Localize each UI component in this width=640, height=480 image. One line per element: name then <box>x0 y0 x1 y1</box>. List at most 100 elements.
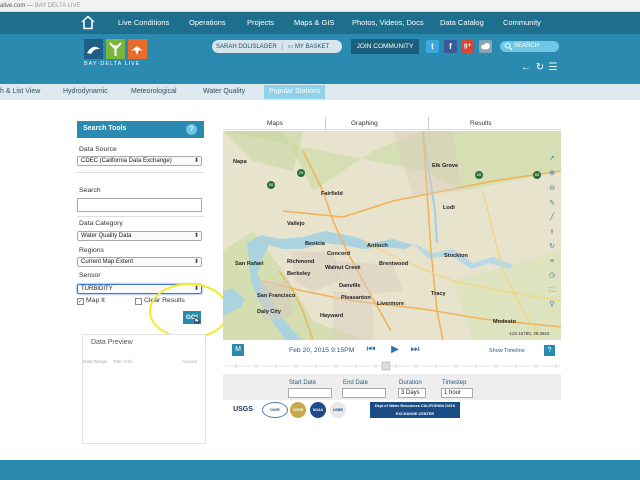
nav-maps-gis[interactable]: Maps & GIS <box>294 18 334 27</box>
tab-maps[interactable]: Maps <box>267 120 283 127</box>
map-label-stockton: Stockton <box>444 253 468 259</box>
layers-icon[interactable]: ≡ <box>547 257 557 267</box>
bay-delta-logo-icon[interactable] <box>84 39 148 59</box>
data-category-select[interactable]: Water Quality Data ⬍ <box>77 231 202 241</box>
facebook-icon[interactable]: f <box>444 40 457 53</box>
timeline-m-button[interactable]: M <box>232 344 244 356</box>
tab-search-list-view[interactable]: h & List View <box>0 88 40 95</box>
nav-operations[interactable]: Operations <box>189 18 226 27</box>
map-label-modesto: Modesto <box>493 319 516 325</box>
site-footer <box>0 460 640 480</box>
tab-graphing[interactable]: Graphing <box>351 120 378 127</box>
map-label-danville: Danville <box>339 283 361 289</box>
map-label-daly-city: Daly City <box>257 309 281 315</box>
refresh-icon[interactable]: ↻ <box>534 62 546 74</box>
map-label-richmond: Richmond <box>287 259 315 265</box>
map-label-benicia: Benicia <box>305 241 325 247</box>
show-timeline-link[interactable]: Show Timeline <box>489 348 525 354</box>
map-label-elk-grove: Elk Grove <box>432 163 459 169</box>
map-label-pleasanton: Pleasanton <box>341 295 371 301</box>
timestep-label: Timestep <box>442 380 467 386</box>
upload-icon[interactable]: ⇪ <box>547 228 557 238</box>
station-marker[interactable]: 65 <box>475 171 483 179</box>
timeline-ticks[interactable] <box>226 361 560 375</box>
back-arrow-icon[interactable]: ← <box>520 62 532 74</box>
nav-data-catalog[interactable]: Data Catalog <box>440 18 484 27</box>
nav-community[interactable]: Community <box>503 18 541 27</box>
data-preview-title: Data Preview <box>91 339 133 346</box>
join-community-button[interactable]: JOIN COMMUNITY <box>351 39 419 54</box>
skip-back-icon[interactable]: ⏮ <box>365 344 377 356</box>
end-date-input[interactable] <box>342 388 386 398</box>
station-marker[interactable]: 29 <box>297 169 305 177</box>
duration-select[interactable]: 3 Days <box>398 388 426 398</box>
twitter-icon[interactable]: t <box>426 40 439 53</box>
tab-separator <box>325 117 326 130</box>
pointer-icon[interactable]: ➚ <box>547 154 557 164</box>
map-view[interactable]: Napa Vallejo Fairfield Elk Grove Antioch… <box>223 131 561 340</box>
preview-column-header: Title / Info <box>113 359 133 364</box>
tab-water-quality[interactable]: Water Quality <box>203 88 245 95</box>
tab-results[interactable]: Results <box>470 120 492 127</box>
nav-projects[interactable]: Projects <box>247 18 274 27</box>
menu-list-icon[interactable]: ☰ <box>547 62 559 74</box>
user-name[interactable]: SARAH DOLISLAGER <box>216 44 277 50</box>
regions-label: Regions <box>79 247 104 254</box>
partner-logos: USGS DWR CDFW NOAA USBR Dept of Water Re… <box>228 402 460 418</box>
search-tools-help-button[interactable]: ? <box>186 124 197 135</box>
map-label-napa: Napa <box>233 159 247 165</box>
cdec-logo: Dept of Water Resources CALIFORNIA DATA … <box>370 402 460 418</box>
start-date-input[interactable] <box>288 388 332 398</box>
refresh-icon[interactable]: ↻ <box>547 242 557 252</box>
site-header: BAY·DELTA LIVE SARAH DOLISLAGER | ▭ MY B… <box>0 34 640 84</box>
tab-popular-stations[interactable]: Popular Stations <box>264 85 326 99</box>
timestep-select[interactable]: 1 hour <box>441 388 473 398</box>
end-date-label: End Date <box>343 380 369 386</box>
url-separator: — <box>27 3 35 9</box>
search-input[interactable] <box>77 198 202 212</box>
regions-select[interactable]: Current Map Extent ⬍ <box>77 257 202 267</box>
zoom-out-icon[interactable]: ⊖ <box>547 184 557 194</box>
search-label: Search <box>79 187 101 194</box>
play-icon[interactable]: ▶ <box>389 344 401 356</box>
zoom-in-icon[interactable]: ⊕ <box>547 169 557 179</box>
user-pill: SARAH DOLISLAGER | ▭ MY BASKET <box>212 40 342 53</box>
draw-line-icon[interactable]: ╱ <box>547 213 557 223</box>
data-source-label: Data Source <box>79 146 117 153</box>
clear-results-checkbox[interactable] <box>135 298 142 305</box>
map-search-icon[interactable]: ⚲ <box>547 300 557 310</box>
home-icon[interactable] <box>80 15 96 30</box>
map-label-walnut-creek: Walnut Creek <box>325 265 361 271</box>
data-source-value: CDEC (California Data Exchange) <box>81 158 172 164</box>
station-marker[interactable]: 50 <box>267 181 275 189</box>
sensor-label: Sensor <box>79 272 101 279</box>
station-marker[interactable]: 65 <box>533 171 541 179</box>
map-label-antioch: Antioch <box>367 243 388 249</box>
tab-meteorological[interactable]: Meteorological <box>131 88 177 95</box>
noaa-logo: NOAA <box>310 402 326 418</box>
regions-value: Current Map Extent <box>81 259 134 265</box>
timestep-value: 1 hour <box>444 390 462 396</box>
clock-icon[interactable]: ◷ <box>547 271 557 281</box>
pencil-icon[interactable]: ✎ <box>547 199 557 209</box>
map-label-lodi: Lodi <box>443 205 455 211</box>
preview-column-header: Actions <box>182 359 197 364</box>
nav-photos-videos-docs[interactable]: Photos, Videos, Docs <box>352 18 424 27</box>
nav-live-conditions[interactable]: Live Conditions <box>118 18 169 27</box>
timeline-help-button[interactable]: ? <box>544 345 555 356</box>
basket-icon[interactable]: ▭ <box>288 44 294 50</box>
data-source-select[interactable]: CDEC (California Data Exchange) ⬍ <box>77 156 202 166</box>
map-label-tracy: Tracy <box>431 291 446 297</box>
google-plus-icon[interactable]: g+ <box>461 40 474 53</box>
map-label-livermore: Livermore <box>377 301 405 307</box>
site-search-button[interactable]: SEARCH <box>500 41 559 52</box>
tab-hydrodynamic[interactable]: Hydrodynamic <box>63 88 108 95</box>
view-tab-bar: h & List View Hydrodynamic Meteorologica… <box>0 84 640 100</box>
browser-url-strip: alive.com — BAY DELTA LIVE <box>0 0 640 12</box>
basket-link[interactable]: MY BASKET <box>295 44 329 50</box>
data-category-label: Data Category <box>79 220 123 227</box>
skip-forward-icon[interactable]: ⏭ <box>409 344 421 356</box>
fullscreen-icon[interactable]: ⛶ <box>547 286 557 296</box>
map-it-checkbox[interactable]: ✓ <box>77 298 84 305</box>
map-label-san-rafael: San Rafael <box>235 261 264 267</box>
